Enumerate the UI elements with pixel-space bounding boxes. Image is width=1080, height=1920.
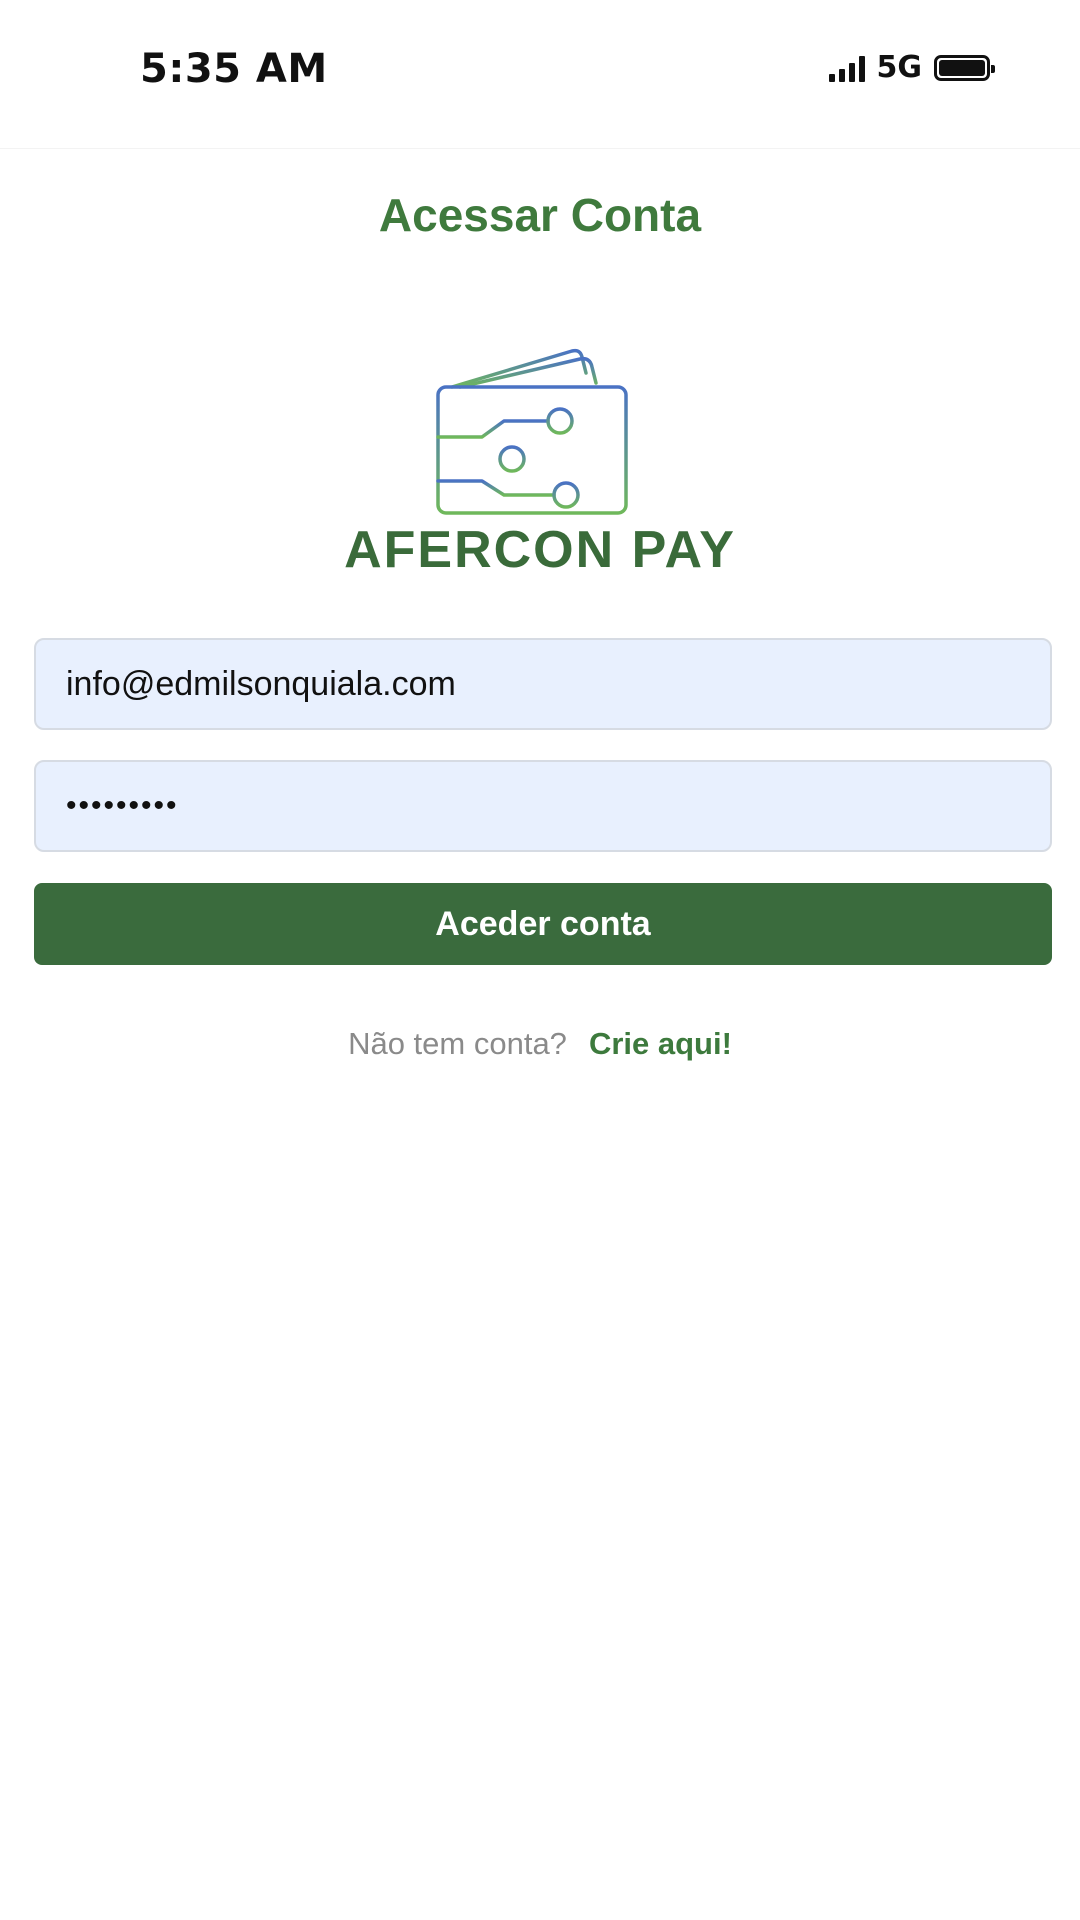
register-link[interactable]: Crie aqui! <box>589 1026 732 1061</box>
network-type: 5G <box>876 50 923 85</box>
signal-icon <box>828 54 865 82</box>
login-button[interactable]: Aceder conta <box>34 883 1052 965</box>
status-indicators: 5G <box>828 50 995 85</box>
password-field[interactable] <box>34 760 1052 852</box>
status-bar: 5:35 AM 5G <box>0 0 1080 149</box>
brand-name: AFERCON PAY <box>344 521 736 579</box>
status-time: 5:35 AM <box>140 46 328 92</box>
email-field[interactable] <box>34 638 1052 730</box>
register-row: Não tem conta? Crie aqui! <box>0 1026 1080 1062</box>
page-title: Acessar Conta <box>378 189 702 241</box>
battery-icon <box>934 54 995 81</box>
register-prompt: Não tem conta? <box>348 1026 567 1061</box>
wallet-circuit-logo-icon <box>436 348 628 515</box>
login-screen: 5:35 AM 5G Acessar Conta AFERCON PAY inf… <box>0 0 1080 1920</box>
